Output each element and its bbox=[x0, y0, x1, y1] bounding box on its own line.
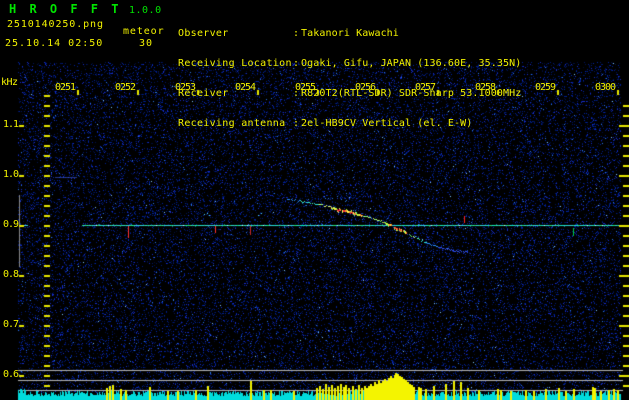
y-tick-label: 0.8 bbox=[0, 270, 18, 280]
station-info: Observer:Takanori Kawachi Receiving Loca… bbox=[178, 9, 521, 149]
info-value: Takanori Kawachi bbox=[301, 28, 399, 39]
x-tick-label: 0256 bbox=[354, 83, 376, 93]
info-row-observer: Observer:Takanori Kawachi bbox=[178, 29, 521, 39]
x-tick-label: 0251 bbox=[54, 83, 76, 93]
y-tick-label: 1.0 bbox=[0, 170, 18, 180]
y-tick-label: 1.1 bbox=[0, 120, 18, 130]
hrofft-screenshot: H R O F F T 1.0.0 2510140250.png meteor … bbox=[0, 0, 629, 400]
x-tick-label: 0252 bbox=[114, 83, 136, 93]
colon: : bbox=[293, 29, 301, 39]
info-value: 2el-HB9CV Vertical (el. E-W) bbox=[301, 118, 472, 129]
x-tick-label: 0253 bbox=[174, 83, 196, 93]
colon: : bbox=[293, 59, 301, 69]
x-tick-label: 0259 bbox=[534, 83, 556, 93]
observation-mode: meteor bbox=[123, 27, 165, 37]
info-label: Observer bbox=[178, 29, 293, 39]
observation-datetime: 25.10.14 02:50 bbox=[5, 39, 103, 49]
y-tick-label: 0.7 bbox=[0, 320, 18, 330]
gate-count: 30 bbox=[139, 39, 153, 49]
info-row-location: Receiving Location:Ogaki, Gifu, JAPAN (1… bbox=[178, 59, 521, 69]
y-tick-label: 0.9 bbox=[0, 220, 18, 230]
x-tick-label: 0258 bbox=[474, 83, 496, 93]
colon: : bbox=[293, 119, 301, 129]
x-tick-label: 0255 bbox=[294, 83, 316, 93]
info-row-antenna: Receiving antenna:2el-HB9CV Vertical (el… bbox=[178, 119, 521, 129]
x-tick-label: 0257 bbox=[414, 83, 436, 93]
y-tick-label: 0.6 bbox=[0, 370, 18, 380]
info-label: Receiving Location bbox=[178, 59, 293, 69]
y-axis-unit: kHz bbox=[1, 78, 18, 88]
info-label: Receiving antenna bbox=[178, 119, 293, 129]
app-title: H R O F F T bbox=[9, 4, 121, 14]
x-tick-label: 0254 bbox=[234, 83, 256, 93]
info-value: Ogaki, Gifu, JAPAN (136.60E, 35.35N) bbox=[301, 58, 521, 69]
info-row-receiver: Receiver:R820T2(RTL-SDR) SDR-Sharp 53.10… bbox=[178, 89, 521, 99]
x-tick-label: 0300 bbox=[594, 83, 616, 93]
output-filename: 2510140250.png bbox=[7, 20, 104, 30]
app-version: 1.0.0 bbox=[129, 6, 162, 16]
